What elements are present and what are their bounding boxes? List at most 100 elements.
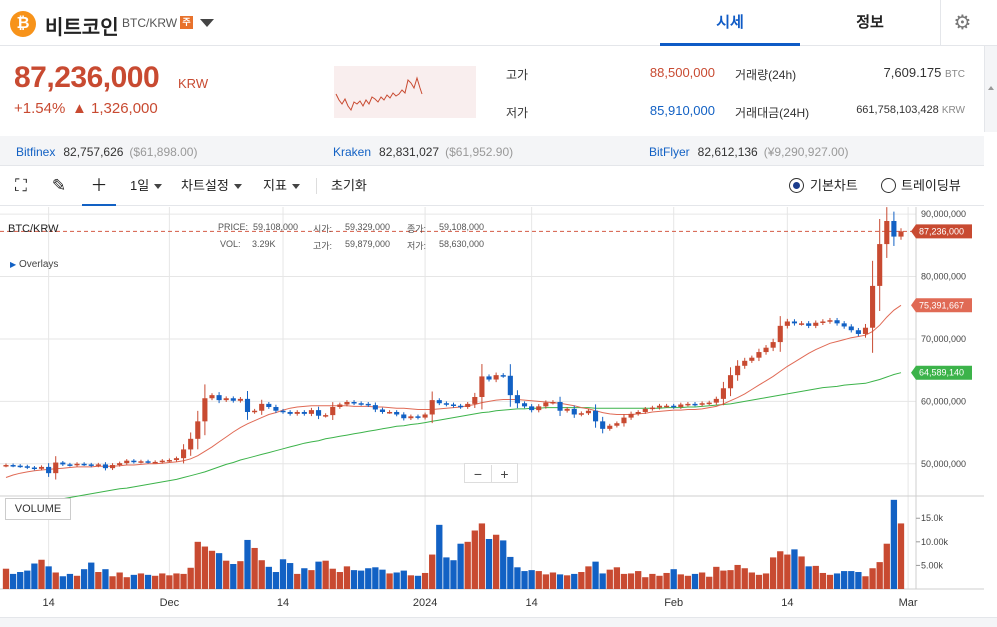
volume-bar <box>748 572 755 589</box>
indicators-menu[interactable]: 지표 <box>263 166 300 206</box>
candle-body <box>543 402 549 407</box>
tradingview-label[interactable]: 트레이딩뷰 <box>901 166 961 206</box>
change-percent: +1.54% <box>14 100 66 117</box>
horizontal-scrollbar[interactable] <box>0 617 997 627</box>
candle-body <box>891 220 897 237</box>
volume-bar <box>116 572 123 589</box>
x-tick-label: Feb <box>664 597 683 609</box>
exchange-prices: Bitfinex 82,757,626 ($61,898.00) Kraken 82,… <box>0 136 984 166</box>
volume-bar <box>585 566 592 589</box>
candle-body <box>60 462 66 465</box>
volume-bar <box>691 573 699 589</box>
candle-body <box>557 401 563 411</box>
ma-short-price-tag: 75,391,667 <box>919 300 964 310</box>
volume-bar <box>180 573 187 589</box>
turnover-value: 661,758,103,428 KRW <box>820 104 965 116</box>
exchange-kraken: Kraken 82,831,027 ($61,952.90) <box>333 145 513 159</box>
volume-bar <box>251 547 258 589</box>
volume-bar <box>642 577 649 589</box>
header: ₿ 비트코인 BTC/KRW 주 시세 정보 ⚙ <box>0 0 997 46</box>
tradingview-radio[interactable] <box>881 178 896 193</box>
candle-body <box>415 416 421 418</box>
exchange-name[interactable]: BitFlyer <box>649 145 690 159</box>
candle-body <box>24 466 30 468</box>
basic-chart-radio[interactable] <box>789 178 804 193</box>
volume-bar <box>663 572 670 589</box>
candle-body <box>635 411 641 414</box>
zoom-out-button[interactable]: − <box>465 465 491 483</box>
exchange-value: 82,612,136 <box>697 145 758 159</box>
current-price: 87,236,000 <box>14 61 160 94</box>
coin-select-chevron-down-icon[interactable] <box>200 19 214 27</box>
volume-bar <box>805 566 812 589</box>
candle-body <box>145 461 151 463</box>
volume-bar <box>315 561 322 589</box>
price-chart[interactable]: 90,000,000 80,000,000 70,000,000 60,000,000… <box>0 207 984 617</box>
volume-bar <box>400 570 407 589</box>
tab-price[interactable]: 시세 <box>660 0 800 46</box>
volume-amount: 7,609.175 <box>883 65 942 80</box>
exchange-name[interactable]: Kraken <box>333 145 371 159</box>
candle-body <box>195 421 201 439</box>
volume-bar <box>194 541 201 589</box>
pencil-draw-icon[interactable]: ✎ <box>44 166 74 206</box>
chevron-down-icon <box>291 184 300 190</box>
candle-body <box>813 322 819 326</box>
candle-body <box>88 464 94 466</box>
period-select[interactable]: 1일 <box>130 166 163 206</box>
scrollbar[interactable] <box>984 46 997 132</box>
volume-bar <box>833 573 841 589</box>
candle-body <box>387 411 393 414</box>
candle-body <box>53 462 59 474</box>
candlestick-chart-svg[interactable]: 90,000,000 80,000,000 70,000,000 60,000,000… <box>0 207 984 617</box>
last-price-tag: 87,236,000 <box>919 226 964 236</box>
volume-bar <box>706 576 713 589</box>
volume-bar <box>720 570 727 589</box>
volume-bar <box>457 543 464 589</box>
volume-bar <box>17 572 24 589</box>
candle-body <box>521 403 528 407</box>
scroll-up-arrow-icon[interactable] <box>988 86 994 90</box>
y-tick-label: 70,000,000 <box>921 334 966 344</box>
candle-body <box>791 321 798 324</box>
candle-body <box>834 320 840 324</box>
volume-bar <box>265 566 272 589</box>
price-summary: 87,236,000 KRW +1.54% ▲ 1,326,000 고가 88,… <box>0 46 984 136</box>
candle-body <box>237 398 243 401</box>
gear-icon[interactable]: ⚙ <box>940 0 984 46</box>
exchange-name[interactable]: Bitfinex <box>16 145 55 159</box>
candle-body <box>642 408 648 412</box>
volume-bar <box>102 569 109 589</box>
candle-body <box>699 403 705 405</box>
overlays-toggle[interactable]: ▶ Overlays <box>10 259 58 270</box>
candle-body <box>458 405 464 408</box>
candle-body <box>827 320 833 322</box>
volume-bar <box>549 572 557 589</box>
candle-body <box>67 464 73 466</box>
exchange-bitfinex: Bitfinex 82,757,626 ($61,898.00) <box>16 145 197 159</box>
volume-bar <box>52 572 59 589</box>
volume-bar <box>343 566 351 589</box>
volume-bar <box>38 559 45 589</box>
exchange-value: 82,757,626 <box>63 145 124 159</box>
candle-body <box>614 423 620 426</box>
candle-body <box>280 410 286 413</box>
basic-chart-label[interactable]: 기본차트 <box>810 166 858 206</box>
volume-bar <box>841 571 848 589</box>
chart-settings-menu[interactable]: 차트설정 <box>181 166 242 206</box>
crosshair-icon[interactable]: ＋ <box>82 166 116 206</box>
candle-body <box>152 461 158 464</box>
candle-body <box>798 323 805 325</box>
reset-button[interactable]: 초기화 <box>331 166 367 206</box>
volume-bar <box>791 549 798 589</box>
x-tick-label: 14 <box>277 597 289 609</box>
candle-body <box>806 323 812 326</box>
fullscreen-icon[interactable]: ⛶ <box>6 166 36 206</box>
candle-body <box>855 330 861 334</box>
volume-bar <box>897 523 905 589</box>
candle-body <box>102 464 109 469</box>
tab-info[interactable]: 정보 <box>800 0 940 46</box>
ohlc-vol: 3.29K <box>252 239 276 249</box>
zoom-in-button[interactable]: + <box>491 465 517 483</box>
volume-bar <box>88 562 95 589</box>
